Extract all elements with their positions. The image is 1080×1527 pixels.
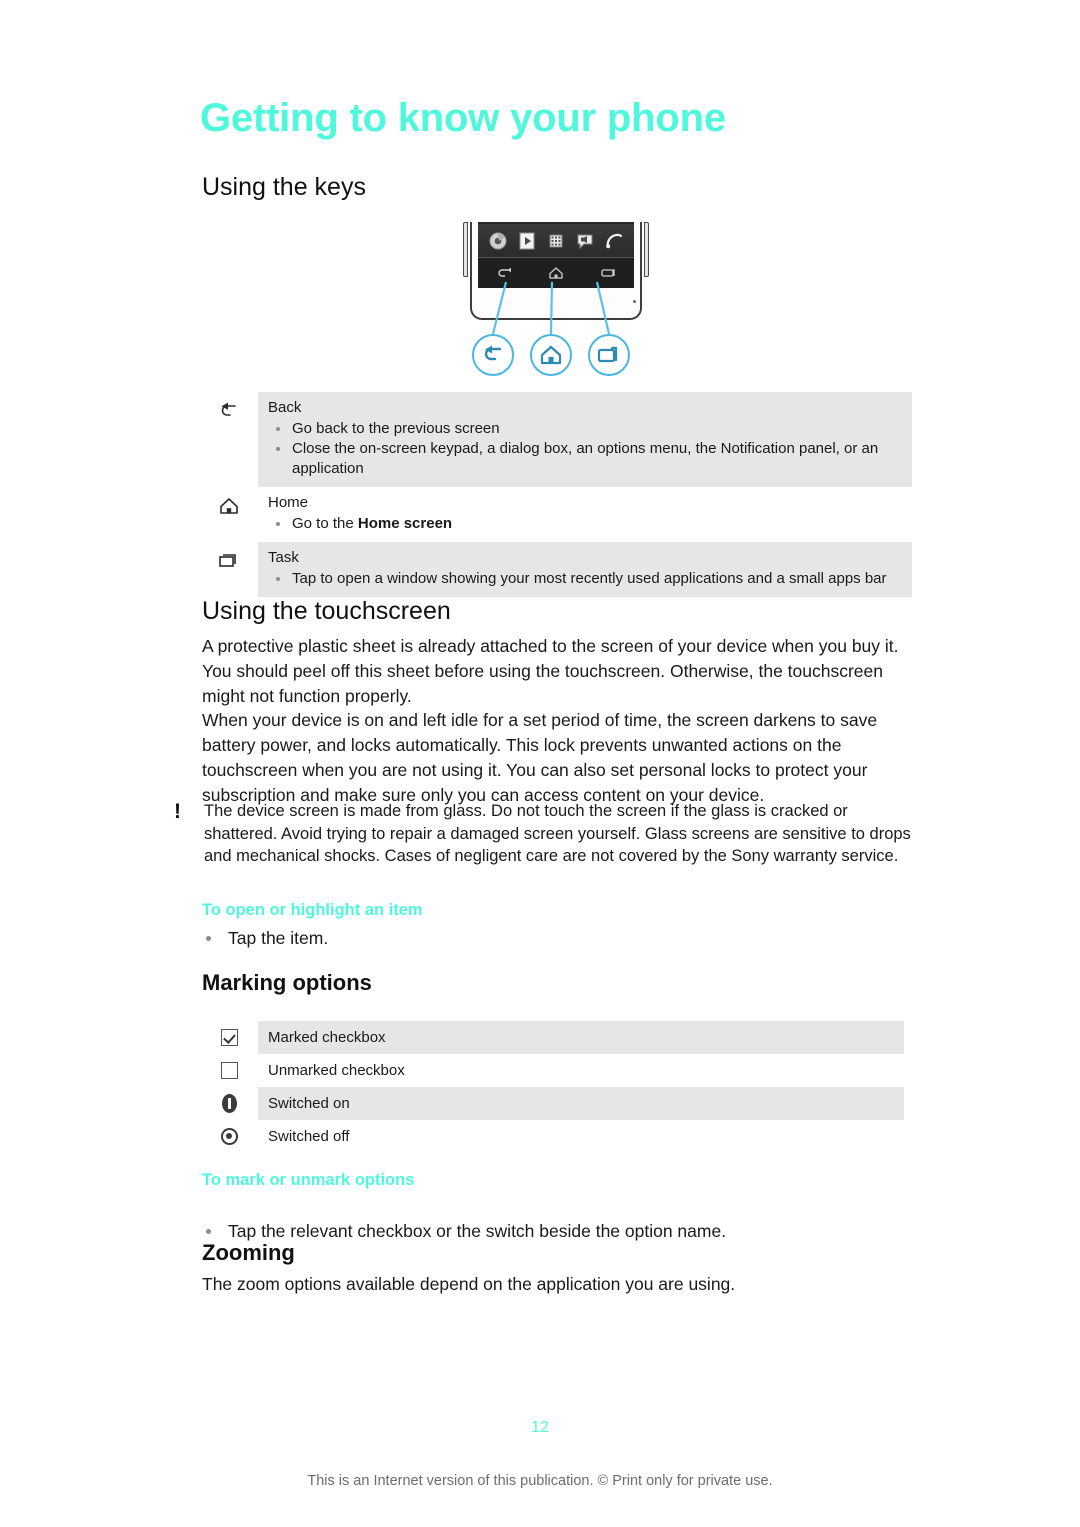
key-title: Task	[268, 549, 299, 566]
keys-table: Back Go back to the previous screen Clos…	[200, 392, 912, 597]
key-description-list: Tap to open a window showing your most r…	[268, 569, 900, 589]
app-grid-icon	[546, 231, 566, 251]
list-item: Go back to the previous screen	[268, 419, 900, 439]
key-description-list: Go back to the previous screen Close the…	[268, 419, 900, 479]
section-heading-marking-options: Marking options	[202, 970, 372, 995]
zooming-paragraph-1: The zoom options available depend on the…	[202, 1274, 736, 1294]
page-title: Getting to know your phone	[200, 96, 726, 140]
warning-note-text: The device screen is made from glass. Do…	[204, 802, 911, 865]
task-callout	[588, 334, 630, 376]
key-callouts	[470, 281, 650, 390]
procedure-step-tap-checkbox-or-switch: Tap the relevant checkbox or the switch …	[202, 1219, 902, 1243]
switch-off-icon	[200, 1128, 258, 1145]
table-cell-label: Switched off	[268, 1128, 350, 1145]
procedure-heading-to-mark-or-unmark-options: To mark or unmark options	[202, 1171, 415, 1189]
key-description-list: Go to the Home screen	[268, 514, 900, 534]
list-item-text: Go to the	[292, 515, 358, 532]
back-arrow-icon	[200, 392, 258, 422]
manual-page: Getting to know your phone Using the key…	[0, 0, 1080, 1527]
touchscreen-paragraph-2: When your device is on and left idle for…	[202, 710, 878, 805]
table-row: Back Go back to the previous screen Clos…	[200, 392, 912, 487]
home-icon	[540, 345, 562, 365]
touchscreen-paragraph-1: A protective plastic sheet is already at…	[202, 636, 899, 706]
home-icon	[200, 487, 258, 517]
section-heading-using-the-keys: Using the keys	[202, 173, 366, 201]
key-title: Home	[268, 494, 309, 511]
back-callout	[472, 334, 514, 376]
table-cell-label: Marked checkbox	[258, 1021, 904, 1054]
table-row: Switched on	[200, 1087, 904, 1120]
table-row: Marked checkbox	[200, 1021, 904, 1054]
marked-checkbox-icon	[200, 1029, 258, 1046]
warning-note: ! The device screen is made from glass. …	[168, 800, 916, 868]
phone-right-edge	[644, 222, 649, 277]
task-icon	[597, 346, 618, 363]
phone-left-edge	[463, 222, 468, 277]
procedure-step-tap-the-item: Tap the item.	[202, 926, 902, 950]
back-arrow-icon	[484, 345, 502, 361]
messaging-icon	[575, 231, 595, 251]
browser-icon	[488, 231, 508, 251]
table-row: Home Go to the Home screen	[200, 487, 912, 542]
list-item: Close the on-screen keypad, a dialog box…	[268, 439, 900, 479]
phone-icon	[604, 231, 624, 251]
table-cell-label: Switched on	[258, 1087, 904, 1120]
exclamation-icon: !	[174, 800, 181, 823]
table-row: Task Tap to open a window showing your m…	[200, 542, 912, 597]
table-cell-label: Unmarked checkbox	[268, 1062, 405, 1079]
list-item-bold: Home screen	[357, 515, 453, 532]
section-heading-zooming: Zooming	[202, 1240, 295, 1265]
footer-note: This is an Internet version of this publ…	[307, 1473, 773, 1489]
task-icon	[200, 542, 258, 572]
unmarked-checkbox-icon	[200, 1062, 258, 1079]
play-store-icon	[517, 231, 537, 251]
switch-on-icon	[200, 1094, 258, 1113]
page-number: 12	[531, 1419, 549, 1436]
key-title: Back	[268, 399, 302, 416]
phone-dock	[478, 224, 634, 258]
list-item: Go to the Home screen	[268, 514, 900, 534]
section-heading-using-the-touchscreen: Using the touchscreen	[202, 597, 451, 625]
list-item: Tap to open a window showing your most r…	[268, 569, 900, 589]
marking-options-table: Marked checkbox Unmarked checkbox Switch…	[200, 1021, 904, 1153]
home-callout	[530, 334, 572, 376]
procedure-heading-to-open-or-highlight-an-item: To open or highlight an item	[202, 901, 423, 919]
table-row: Unmarked checkbox	[200, 1054, 904, 1087]
table-row: Switched off	[200, 1120, 904, 1153]
